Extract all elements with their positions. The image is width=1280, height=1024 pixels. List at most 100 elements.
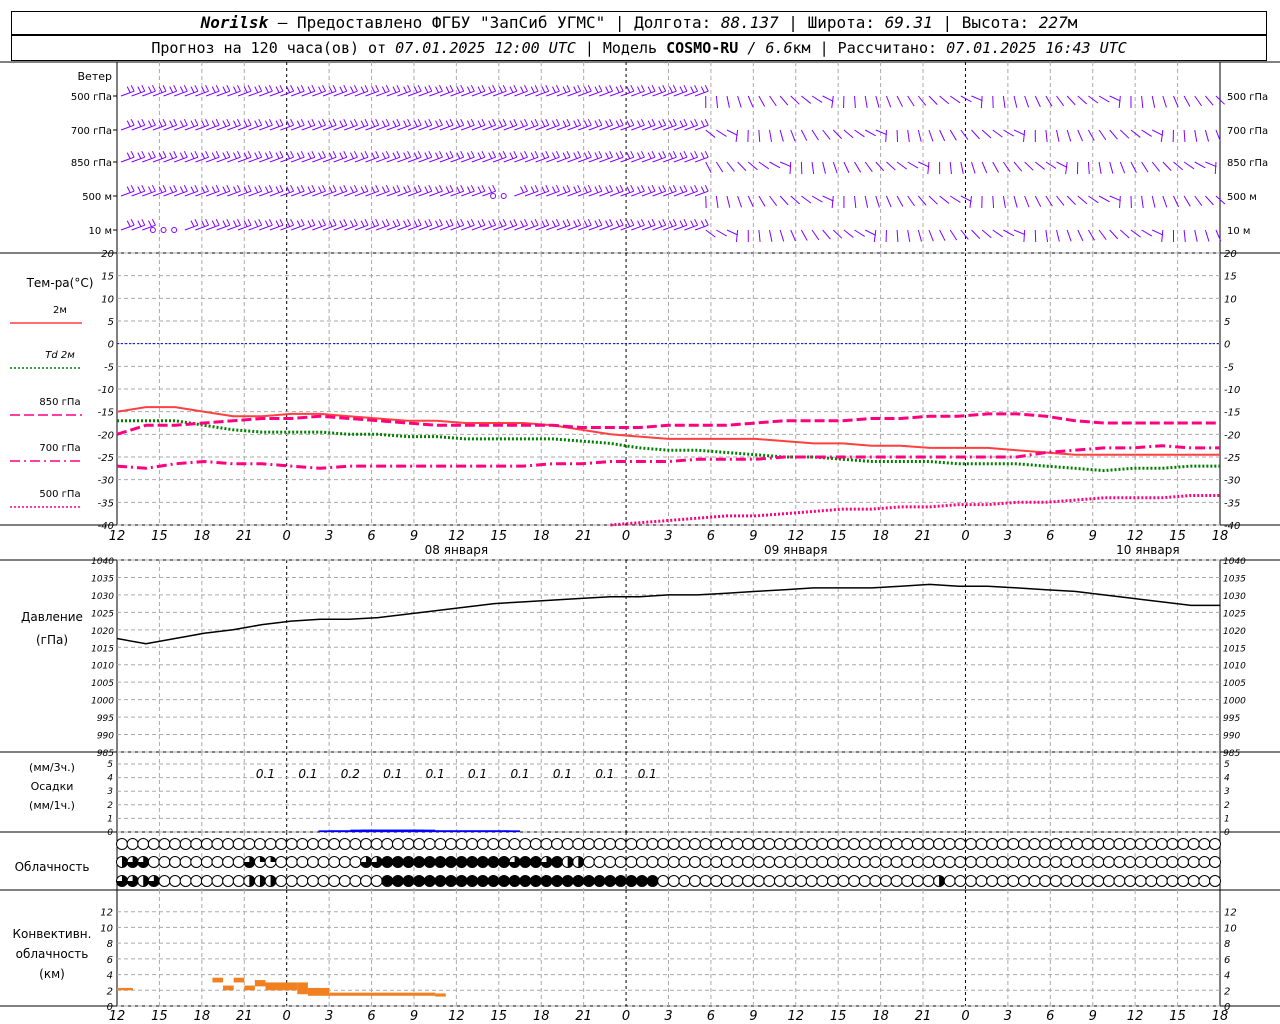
wind-barb (854, 95, 856, 109)
x-tick-label: 21 (915, 529, 932, 544)
cloud-symbol (349, 838, 362, 850)
wind-barb (1056, 129, 1060, 142)
wind-barb (534, 218, 539, 226)
wind-barb (332, 150, 337, 158)
y-tick-label: 2 (1224, 986, 1230, 997)
wind-barb (1065, 161, 1068, 174)
wind-barb (875, 195, 880, 208)
wind-barb (524, 118, 528, 126)
wind-barb (211, 186, 216, 193)
x-tick-label: 18 (533, 529, 550, 544)
wind-barb (1194, 195, 1203, 206)
wind-barb (630, 150, 635, 158)
cloud-symbol (720, 838, 733, 850)
wind-barb (573, 186, 578, 193)
wind-barb (981, 129, 992, 139)
cloud-symbol (943, 875, 956, 887)
wind-barb (1066, 195, 1076, 205)
cloud-symbol (1145, 875, 1158, 887)
cloud-symbol (582, 856, 595, 868)
x-tick-label: 6 (707, 1009, 715, 1024)
wind-barb (668, 86, 673, 93)
wind-barb (598, 118, 603, 126)
wind-barb (233, 220, 237, 227)
wind-barb (1109, 195, 1121, 202)
wind-barb (779, 129, 784, 142)
cloud-symbol (264, 838, 277, 850)
cloud-symbol (975, 875, 988, 887)
x-tick-label: 18 (872, 1009, 889, 1024)
wind-barb (822, 95, 834, 102)
cloud-symbol (1209, 856, 1221, 868)
wind-barb (190, 120, 195, 127)
wind-barb (520, 120, 525, 127)
wind-barb (130, 218, 135, 226)
cloud-symbol (816, 838, 829, 850)
wind-barb (747, 195, 754, 208)
wind-barb (513, 150, 518, 158)
wind-barb (769, 129, 773, 142)
cloud-symbol (434, 838, 447, 850)
wind-barb (385, 150, 390, 158)
wind-barb (492, 150, 497, 158)
wind-barb (662, 218, 667, 226)
wind-barb (417, 84, 422, 92)
cloud-symbol (773, 875, 786, 887)
y-tick-label: 3 (1224, 787, 1230, 797)
cloud-symbol (890, 875, 903, 887)
wind-barb (237, 218, 241, 226)
cloud-symbol (508, 875, 521, 887)
cloud-symbol (890, 856, 903, 868)
wind-barb (1024, 95, 1030, 108)
wind-barb (498, 120, 503, 127)
wind-barb (300, 84, 305, 92)
wind-barb (222, 152, 227, 159)
wind-barb (573, 220, 578, 227)
precip-3h-label: 0.1 (383, 767, 402, 781)
wind-barb (435, 120, 439, 127)
wind-barb (694, 84, 699, 92)
wind-barb (1056, 195, 1065, 206)
wind-barb (205, 150, 210, 158)
wind-barb (927, 161, 930, 174)
wind-barb (662, 118, 667, 126)
wind-barb (364, 84, 369, 92)
cloud-symbol (423, 875, 436, 887)
wind-barb (971, 229, 981, 239)
y-tick-label: 0 (1224, 340, 1230, 351)
cloud-symbol (455, 856, 468, 868)
cloud-symbol (402, 838, 415, 850)
cloud-symbol (413, 875, 426, 887)
cloud-symbol (816, 875, 829, 887)
x-tick-label: 0 (961, 1009, 969, 1024)
cloud-symbol (1166, 838, 1179, 850)
wind-barb (1194, 229, 1198, 242)
cloud-symbol (158, 838, 171, 850)
wind-barb (481, 218, 486, 226)
wind-barb (587, 150, 592, 158)
cloud-symbol (1060, 838, 1073, 850)
wind-barb (456, 220, 461, 227)
wind-barb (971, 161, 976, 174)
wind-barb (460, 218, 465, 226)
wind-barb (1045, 195, 1053, 207)
wind-barb (864, 129, 876, 137)
cloud-symbol (519, 875, 532, 887)
wind-barb (322, 218, 326, 226)
wind-barb (779, 161, 792, 168)
wind-barb (322, 84, 326, 92)
cloud-symbol (1039, 875, 1052, 887)
cloud-symbol (1177, 856, 1190, 868)
cloud-symbol (869, 875, 882, 887)
pressure-title: (гПа) (36, 633, 68, 647)
y-tick-label: 1025 (91, 609, 114, 619)
precip-title: Осадки (31, 780, 74, 793)
wind-barb (615, 220, 620, 227)
wind-barb (222, 120, 227, 127)
wind-barb (364, 118, 369, 126)
cloud-symbol (317, 875, 330, 887)
wind-barb (647, 86, 652, 93)
cloud-symbol (1155, 875, 1168, 887)
cloud-symbol (137, 838, 150, 850)
wind-barb (694, 184, 699, 192)
